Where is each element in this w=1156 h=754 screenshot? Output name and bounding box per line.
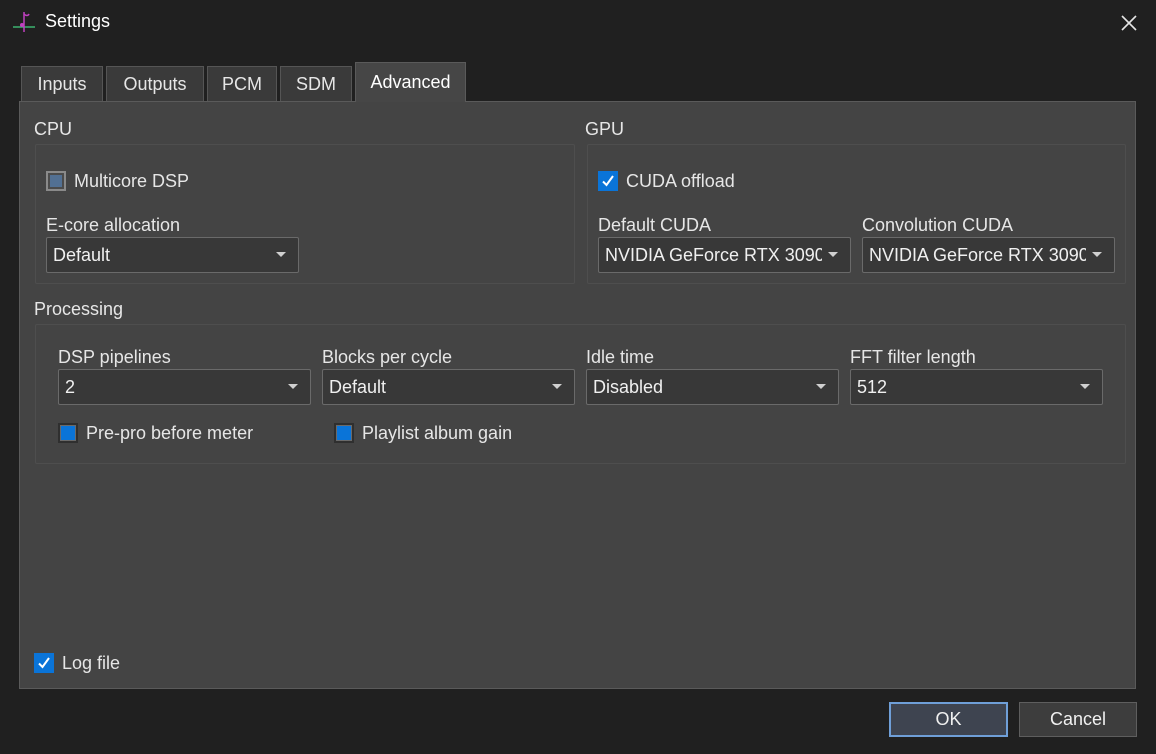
tab-inputs[interactable]: Inputs — [21, 66, 103, 101]
ecore-allocation-select[interactable]: Default — [46, 237, 299, 273]
blocks-per-cycle-select[interactable]: Default — [322, 369, 575, 405]
blocks-per-cycle-label: Blocks per cycle — [322, 347, 453, 367]
processing-group-label: Processing — [34, 299, 124, 319]
cuda-offload-checkbox[interactable] — [598, 171, 618, 191]
chevron-down-icon — [546, 369, 568, 405]
tab-sdm[interactable]: SDM — [280, 66, 352, 101]
fft-filter-length-select[interactable]: 512 — [850, 369, 1103, 405]
playlist-album-gain-checkbox[interactable] — [334, 423, 354, 443]
multicore-dsp-label: Multicore DSP — [74, 171, 190, 191]
log-file-checkbox[interactable] — [34, 653, 54, 673]
default-cuda-label: Default CUDA — [598, 215, 712, 235]
prepro-before-meter-label: Pre-pro before meter — [86, 423, 254, 443]
chevron-down-icon — [810, 369, 832, 405]
dsp-pipelines-label: DSP pipelines — [58, 347, 171, 367]
dsp-pipelines-select[interactable]: 2 — [58, 369, 311, 405]
tab-pcm[interactable]: PCM — [207, 66, 277, 101]
convolution-cuda-label: Convolution CUDA — [862, 215, 1014, 235]
title-bar — [0, 0, 1156, 46]
app-logo-icon — [12, 10, 36, 34]
cuda-offload-label: CUDA offload — [626, 171, 735, 191]
multicore-dsp-checkbox[interactable] — [46, 171, 66, 191]
chevron-down-icon — [1086, 237, 1108, 273]
convolution-cuda-select[interactable]: NVIDIA GeForce RTX 3090 — [862, 237, 1115, 273]
tab-advanced[interactable]: Advanced — [355, 62, 466, 102]
idle-time-label: Idle time — [586, 347, 655, 367]
close-icon[interactable] — [1110, 8, 1148, 38]
chevron-down-icon — [270, 237, 292, 273]
cancel-button[interactable]: Cancel — [1019, 702, 1137, 737]
check-icon — [602, 175, 614, 187]
default-cuda-select[interactable]: NVIDIA GeForce RTX 3090 — [598, 237, 851, 273]
playlist-album-gain-label: Playlist album gain — [362, 423, 513, 443]
window-title: Settings — [45, 11, 111, 31]
chevron-down-icon — [1074, 369, 1096, 405]
fft-filter-length-label: FFT filter length — [850, 347, 976, 367]
check-icon — [38, 657, 50, 669]
log-file-label: Log file — [62, 653, 121, 673]
tab-outputs[interactable]: Outputs — [106, 66, 204, 101]
chevron-down-icon — [822, 237, 844, 273]
prepro-before-meter-checkbox[interactable] — [58, 423, 78, 443]
cpu-group-label: CPU — [34, 119, 73, 139]
gpu-group-label: GPU — [585, 119, 625, 139]
ecore-allocation-label: E-core allocation — [46, 215, 181, 235]
chevron-down-icon — [282, 369, 304, 405]
ok-button[interactable]: OK — [889, 702, 1008, 737]
idle-time-select[interactable]: Disabled — [586, 369, 839, 405]
